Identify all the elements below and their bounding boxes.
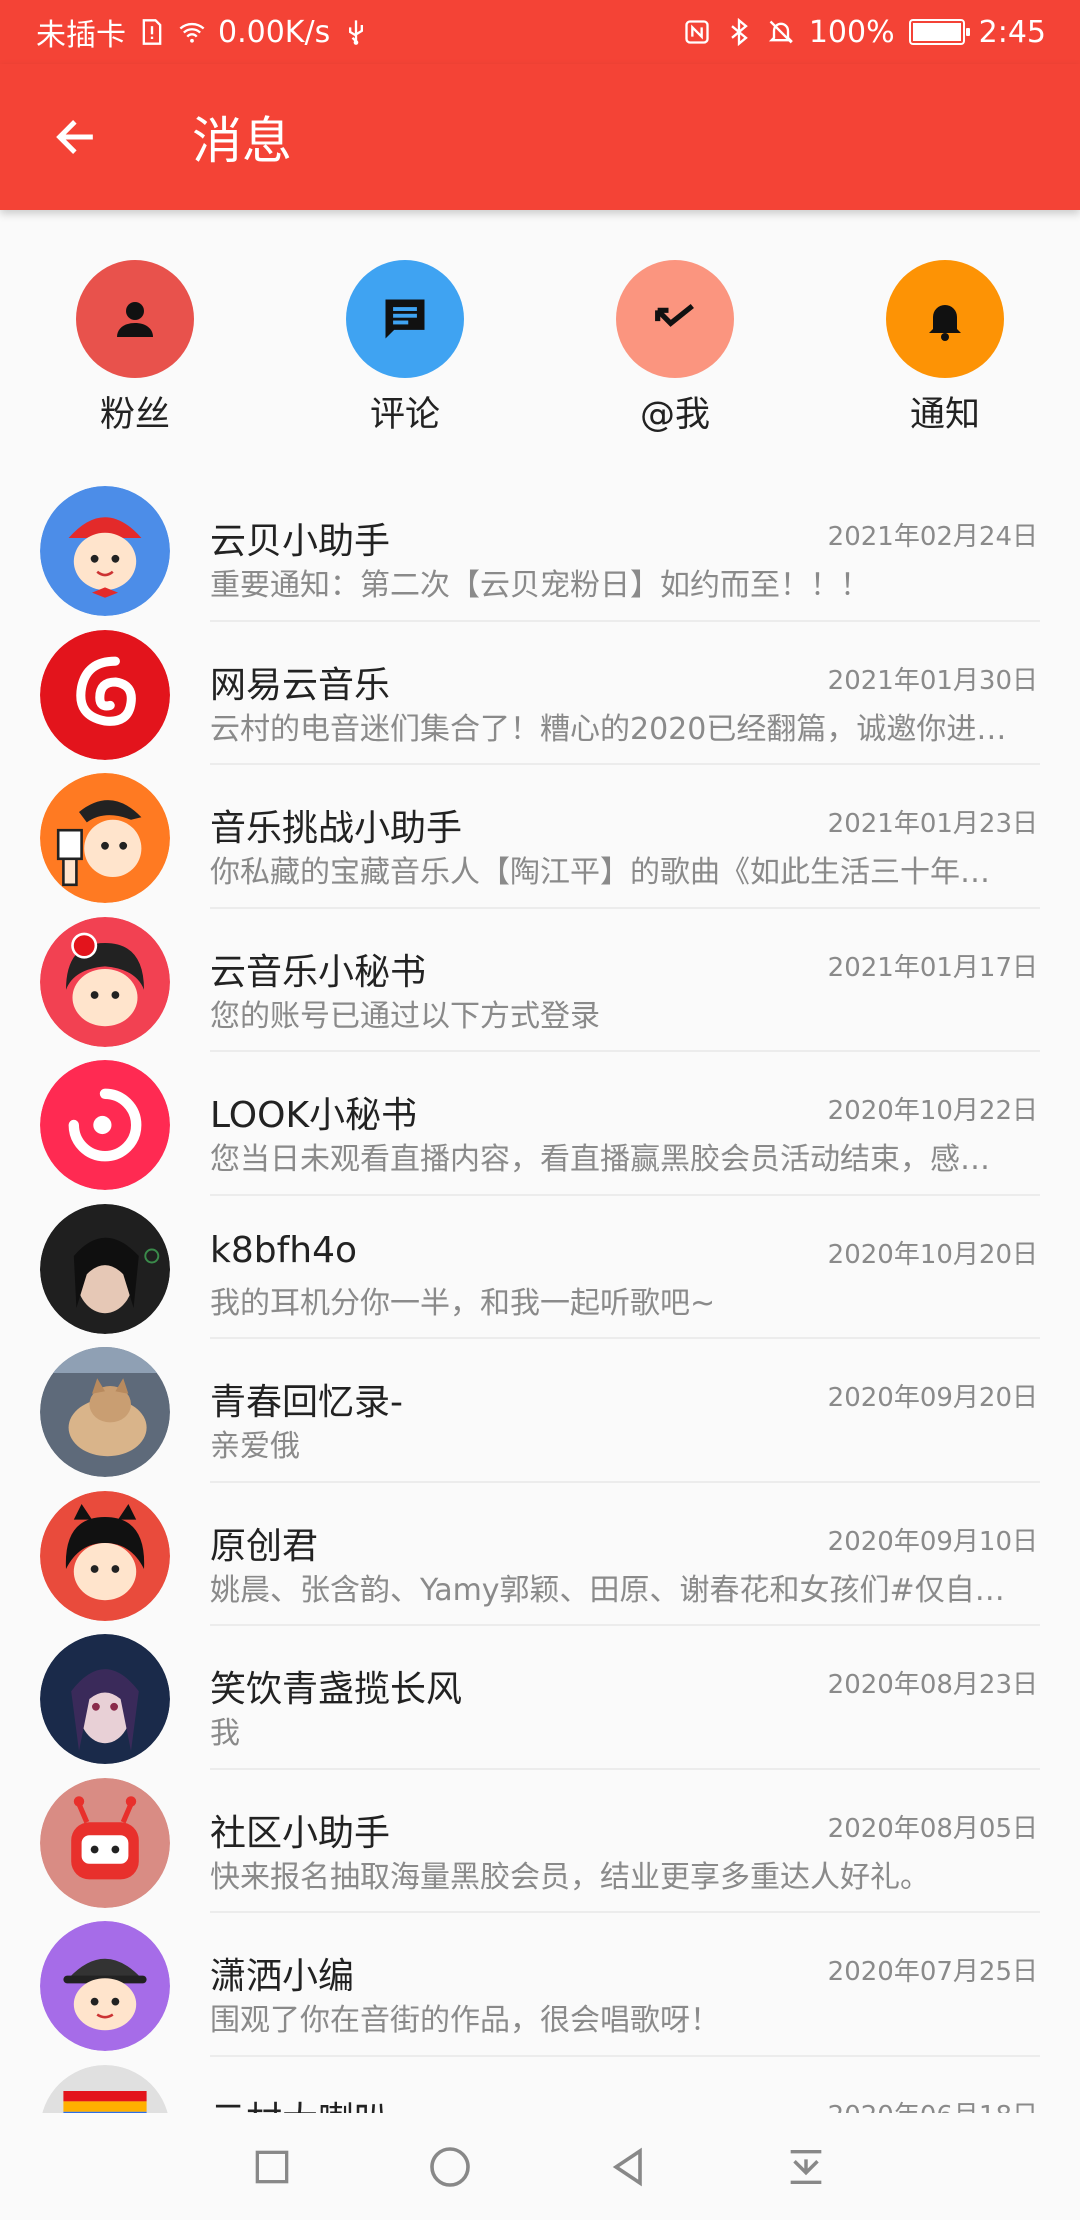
message-date: 2021年02月24日	[827, 522, 1038, 552]
message-date: 2020年07月25日	[827, 1957, 1038, 1987]
quick-mentions-button[interactable]: @我	[565, 260, 785, 437]
square-icon	[255, 2150, 289, 2184]
message-row-editor[interactable]: 潇洒小编 2020年07月25日 围观了你在音街的作品，很会唱歌呀！	[0, 1913, 1080, 2057]
usb-icon	[349, 20, 364, 45]
notice-icon-circle	[886, 260, 1004, 378]
quick-notice-label: 通知	[909, 395, 980, 435]
message-row-k8bfh4o[interactable]: k8bfh4o 2020年10月20日 我的耳机分你一半，和我一起听歌吧~	[0, 1196, 1080, 1339]
system-nav-bar	[0, 2113, 1080, 2220]
message-date: 2020年08月23日	[827, 1670, 1038, 1700]
person-icon	[117, 302, 153, 337]
message-date: 2020年10月20日	[827, 1239, 1038, 1270]
avatar-cat-photo	[40, 1347, 170, 1477]
pull-down-icon	[790, 2149, 822, 2185]
message-row-look[interactable]: LOOK小秘书 2020年10月22日 您当日未观看直播内容，看直播赢黑胶会员活…	[0, 1052, 1080, 1196]
mute-bell-icon	[768, 20, 793, 44]
quick-notice-button[interactable]: 通知	[835, 260, 1055, 437]
message-row-yunbei[interactable]: 云贝小助手 2021年02月24日 重要通知：第二次【云贝宠粉日】如约而至！！！	[0, 478, 1080, 622]
message-sender: 笑饮青盏揽长风	[210, 1669, 463, 1710]
message-preview: 快来报名抽取海量黑胶会员，结业更享多重达人好礼。	[210, 1859, 930, 1895]
message-preview: 我的耳机分你一半，和我一起听歌吧~	[210, 1285, 716, 1321]
nfc-icon	[685, 20, 709, 44]
avatar-challenge	[40, 773, 170, 903]
battery-percent: 100%	[808, 14, 895, 50]
avatar-anime-photo	[40, 1634, 170, 1764]
clock: 2:45	[978, 14, 1046, 50]
fans-icon-circle	[76, 260, 194, 378]
message-preview: 重要通知：第二次【云贝宠粉日】如约而至！！！	[210, 568, 870, 603]
avatar-editor	[40, 1921, 170, 2051]
quick-comments-label: 评论	[369, 395, 440, 435]
mention-arrow-icon	[655, 303, 694, 327]
triangle-back-icon	[612, 2147, 642, 2187]
message-sender: 青春回忆录-	[210, 1382, 403, 1423]
message-list: 云贝小助手 2021年02月24日 重要通知：第二次【云贝宠粉日】如约而至！！！…	[0, 478, 1080, 2200]
avatar-look-logo	[40, 1060, 170, 1190]
message-row-xiaoyin[interactable]: 笑饮青盏揽长风 2020年08月23日 我	[0, 1626, 1080, 1770]
sim-alert-icon	[142, 19, 162, 45]
bluetooth-icon	[731, 18, 748, 46]
message-preview: 您当日未观看直播内容，看直播赢黑胶会员活动结束，感…	[210, 1142, 990, 1177]
message-date: 2021年01月17日	[827, 952, 1038, 983]
app-bar: 消息	[0, 64, 1080, 210]
quick-mentions-label: @我	[639, 395, 710, 435]
message-date: 2020年08月05日	[827, 1813, 1038, 1844]
message-sender: 网易云音乐	[210, 664, 391, 706]
carrier-text: 未插卡	[36, 18, 126, 53]
message-preview: 亲爱俄	[210, 1429, 300, 1464]
wifi-icon	[179, 22, 205, 43]
quick-comments-button[interactable]: 评论	[295, 260, 515, 437]
message-date: 2020年10月22日	[827, 1096, 1038, 1126]
message-sender: 潇洒小编	[210, 1956, 355, 1997]
arrow-left-icon	[56, 120, 93, 154]
message-sender: 音乐挑战小助手	[210, 808, 463, 849]
network-speed: 0.00K/s	[218, 14, 331, 50]
message-date: 2020年09月10日	[827, 1526, 1038, 1557]
message-row-community[interactable]: 社区小助手 2020年08月05日 快来报名抽取海量黑胶会员，结业更享多重达人好…	[0, 1770, 1080, 1913]
message-row-original[interactable]: 原创君 2020年09月10日 姚晨、张含韵、Yamy郭颖、田原、谢春花和女孩们…	[0, 1483, 1080, 1626]
status-bar: 未插卡 0.00K/s 100% 2:45	[0, 0, 1080, 64]
comments-icon-circle	[346, 260, 464, 378]
avatar-secretary	[40, 916, 170, 1047]
message-date: 2021年01月30日	[827, 665, 1038, 696]
avatar-community-robot	[40, 1777, 170, 1908]
quick-fans-label: 粉丝	[99, 395, 170, 435]
avatar-original	[40, 1490, 170, 1621]
message-sender: LOOK小秘书	[210, 1095, 418, 1136]
avatar-photo-user	[40, 1203, 170, 1334]
message-sender: k8bfh4o	[210, 1229, 358, 1271]
battery-icon	[908, 19, 970, 45]
message-date: 2020年09月20日	[827, 1383, 1038, 1413]
message-sender: 云音乐小秘书	[210, 951, 427, 993]
comment-icon	[385, 299, 425, 339]
message-preview: 我	[210, 1716, 240, 1751]
message-sender: 云贝小助手	[210, 521, 391, 562]
home-button[interactable]	[420, 2137, 480, 2197]
back-nav-button[interactable]	[598, 2137, 658, 2197]
message-date: 2021年01月23日	[827, 809, 1038, 839]
notification-pull-button[interactable]	[776, 2137, 836, 2197]
quick-fans-button[interactable]: 粉丝	[25, 260, 245, 437]
page-title: 消息	[192, 112, 292, 170]
message-preview: 围观了你在音街的作品，很会唱歌呀！	[210, 2003, 720, 2038]
message-preview: 你私藏的宝藏音乐人【陶江平】的歌曲《如此生活三十年…	[210, 855, 990, 890]
circle-icon	[430, 2147, 470, 2187]
message-preview: 您的账号已通过以下方式登录	[210, 998, 600, 1034]
mentions-icon-circle	[616, 260, 734, 378]
message-sender: 原创君	[210, 1525, 319, 1567]
message-preview: 姚晨、张含韵、Yamy郭颖、田原、谢春花和女孩们#仅自…	[210, 1572, 1005, 1608]
message-preview: 云村的电音迷们集合了！糟心的2020已经翻篇，诚邀你进…	[210, 711, 1007, 747]
message-sender: 社区小助手	[210, 1812, 391, 1854]
recents-button[interactable]	[242, 2137, 302, 2197]
back-button[interactable]	[0, 64, 150, 210]
quick-actions: 粉丝 评论 @我 通知	[0, 260, 1080, 435]
message-row-youth[interactable]: 青春回忆录- 2020年09月20日 亲爱俄	[0, 1339, 1080, 1483]
message-row-secretary[interactable]: 云音乐小秘书 2021年01月17日 您的账号已通过以下方式登录	[0, 909, 1080, 1052]
message-row-netease[interactable]: 网易云音乐 2021年01月30日 云村的电音迷们集合了！糟心的2020已经翻篇…	[0, 622, 1080, 765]
bell-icon	[929, 305, 961, 341]
avatar-netease-logo	[40, 629, 170, 760]
message-row-challenge[interactable]: 音乐挑战小助手 2021年01月23日 你私藏的宝藏音乐人【陶江平】的歌曲《如此…	[0, 765, 1080, 909]
avatar-yunbei	[40, 486, 170, 616]
